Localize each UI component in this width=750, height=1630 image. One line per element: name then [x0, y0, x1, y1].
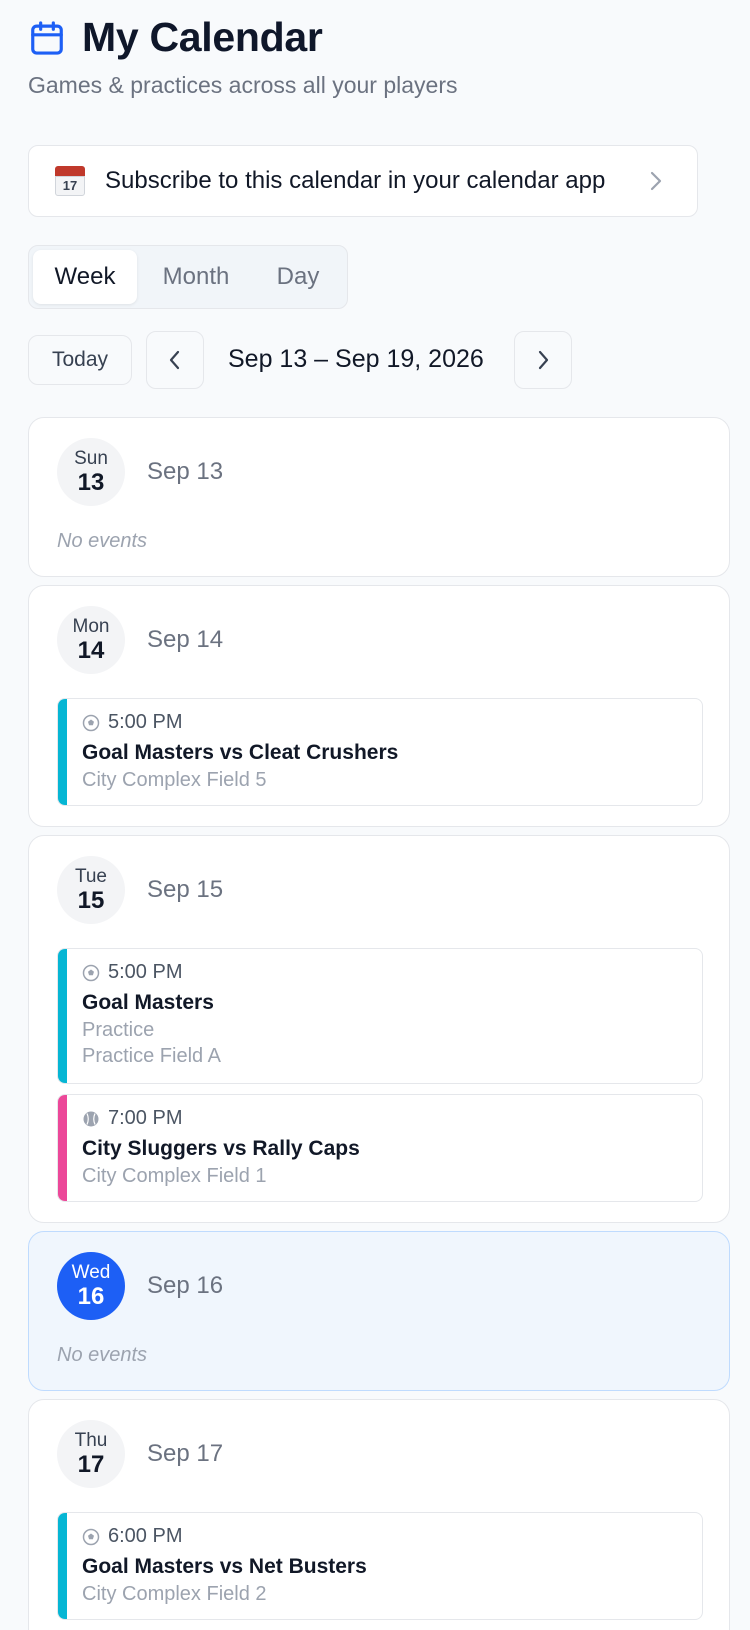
day-card-wed-today: Wed 16 Sep 16 No events [28, 1231, 730, 1391]
sport-color-stripe [58, 949, 67, 1083]
day-date: Sep 14 [147, 626, 224, 653]
event-card[interactable]: 7:00 PM City Sluggers vs Rally Caps City… [57, 1094, 703, 1202]
day-of-week: Wed [71, 1261, 111, 1283]
next-week-button[interactable] [514, 331, 572, 389]
sport-color-stripe [58, 1513, 67, 1619]
day-card-thu: Thu 17 Sep 17 6:00 PM Goal Masters vs Ne… [28, 1399, 730, 1630]
tab-month[interactable]: Month [137, 250, 255, 304]
day-number: 17 [77, 1450, 105, 1478]
day-date: Sep 17 [147, 1440, 224, 1467]
day-badge: Mon 14 [57, 606, 125, 674]
no-events-label: No events [57, 1344, 148, 1366]
day-of-week: Sun [74, 447, 108, 469]
event-title: Goal Masters [82, 991, 214, 1014]
day-badge: Tue 15 [57, 856, 125, 924]
soccer-ball-icon [82, 1528, 100, 1545]
date-range-label: Sep 13 – Sep 19, 2026 [228, 345, 484, 373]
baseball-icon [83, 1111, 99, 1126]
day-of-week: Thu [74, 1429, 108, 1451]
day-number: 13 [77, 468, 105, 496]
event-location: City Complex Field 2 [82, 1583, 267, 1605]
day-badge: Thu 17 [57, 1420, 125, 1488]
today-button[interactable]: Today [28, 335, 132, 385]
day-date: Sep 15 [147, 876, 224, 903]
today-day-badge: Wed 16 [57, 1252, 125, 1320]
event-title: City Sluggers vs Rally Caps [82, 1137, 360, 1160]
tab-day[interactable]: Day [255, 250, 341, 304]
event-time: 6:00 PM [108, 1525, 183, 1547]
page-subtitle: Games & practices across all your player… [28, 72, 458, 98]
day-date: Sep 16 [147, 1272, 224, 1299]
sport-color-stripe [58, 699, 67, 805]
event-type: Practice [82, 1019, 155, 1041]
event-time: 5:00 PM [108, 711, 183, 733]
event-card[interactable]: 5:00 PM Goal Masters vs Cleat Crushers C… [57, 698, 703, 806]
day-of-week: Mon [72, 615, 110, 637]
event-location: Practice Field A [82, 1045, 221, 1067]
day-number: 14 [77, 636, 105, 664]
chevron-left-icon [169, 350, 180, 370]
event-card[interactable]: 5:00 PM Goal Masters Practice Practice F… [57, 948, 703, 1084]
calendar-emoji-icon: 17 [55, 166, 85, 196]
day-card-sun: Sun 13 Sep 13 No events [28, 417, 730, 577]
subscribe-calendar-button[interactable]: 17 Subscribe to this calendar in your ca… [28, 145, 698, 217]
chevron-right-icon [538, 350, 549, 370]
calendar-icon [31, 20, 63, 55]
day-card-tue: Tue 15 Sep 15 5:00 PM Goal Masters Pract… [28, 835, 730, 1223]
event-title: Goal Masters vs Net Busters [82, 1555, 367, 1578]
date-navigation: Today Sep 13 – Sep 19, 2026 [28, 331, 730, 389]
day-number: 16 [77, 1282, 105, 1310]
day-of-week: Tue [74, 865, 108, 887]
event-card[interactable]: 6:00 PM Goal Masters vs Net Busters City… [57, 1512, 703, 1620]
day-number: 15 [77, 886, 105, 914]
page-title: My Calendar [82, 14, 323, 60]
view-switcher: Week Month Day [28, 245, 348, 309]
event-location: City Complex Field 5 [82, 769, 267, 791]
event-time: 5:00 PM [108, 961, 183, 983]
event-title: Goal Masters vs Cleat Crushers [82, 741, 399, 764]
event-time: 7:00 PM [108, 1107, 183, 1129]
chevron-right-icon [650, 171, 662, 191]
day-badge: Sun 13 [57, 438, 125, 506]
soccer-ball-icon [82, 964, 100, 981]
event-location: City Complex Field 1 [82, 1165, 267, 1187]
tab-week[interactable]: Week [33, 250, 137, 304]
subscribe-label: Subscribe to this calendar in your calen… [105, 167, 606, 194]
previous-week-button[interactable] [146, 331, 204, 389]
page-header: My Calendar [28, 14, 323, 61]
day-date: Sep 13 [147, 458, 224, 485]
soccer-ball-icon [82, 714, 100, 731]
day-card-mon: Mon 14 Sep 14 5:00 PM Goal Masters vs Cl… [28, 585, 730, 827]
no-events-label: No events [57, 530, 148, 552]
sport-color-stripe [58, 1095, 67, 1201]
